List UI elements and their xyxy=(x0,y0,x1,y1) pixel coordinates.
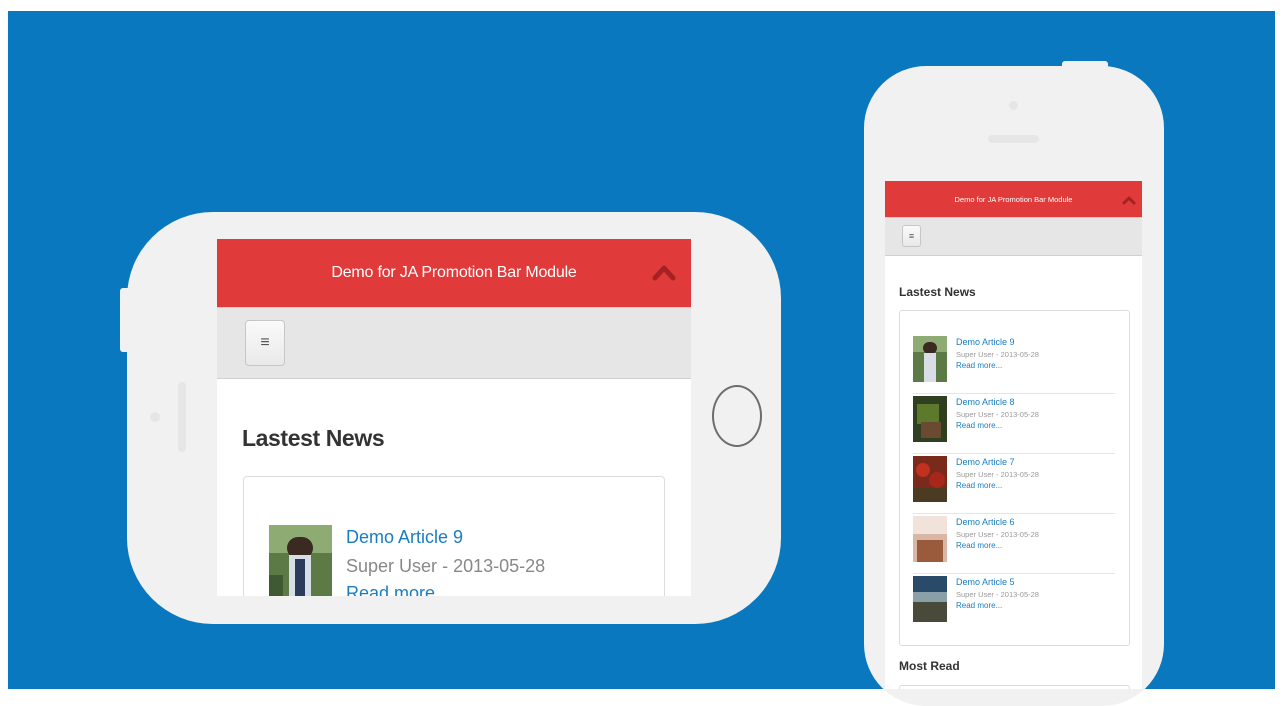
list-item: Demo Article 9 Super User - 2013-05-28 R… xyxy=(913,334,1115,394)
list-item: Demo Article 8 Super User - 2013-05-28 R… xyxy=(913,394,1115,454)
article-thumbnail[interactable] xyxy=(913,456,947,502)
article-title-link[interactable]: Demo Article 6 xyxy=(956,517,1015,527)
article-author: Super User xyxy=(346,556,438,576)
article-meta: Super User - 2013-05-28 xyxy=(956,530,1039,539)
portrait-screen: Demo for JA Promotion Bar Module ≡ Laste… xyxy=(885,181,1142,689)
landscape-screen: Demo for JA Promotion Bar Module ≡ Laste… xyxy=(217,239,691,596)
article-thumbnail[interactable] xyxy=(913,336,947,382)
promotion-bar-text: Demo for JA Promotion Bar Module xyxy=(954,194,1073,204)
menu-toggle-button[interactable]: ≡ xyxy=(902,225,921,247)
article-meta: Super User - 2013-05-28 xyxy=(956,470,1039,479)
list-item: Demo Article 7 Super User - 2013-05-28 R… xyxy=(913,454,1115,514)
promotion-bar: Demo for JA Promotion Bar Module xyxy=(885,181,1142,217)
meta-separator: - xyxy=(442,556,449,576)
home-button[interactable] xyxy=(712,385,762,447)
hamburger-icon: ≡ xyxy=(260,334,270,351)
article-title-link[interactable]: Demo Article 9 xyxy=(346,527,463,548)
promotion-bar: Demo for JA Promotion Bar Module xyxy=(217,239,691,307)
read-more-link[interactable]: Read more... xyxy=(956,361,1002,370)
list-item: Demo Article 6 Super User - 2013-05-28 R… xyxy=(913,514,1115,574)
article-thumbnail[interactable] xyxy=(913,516,947,562)
section-heading: Lastest News xyxy=(899,285,976,299)
nav-bar: ≡ xyxy=(217,307,691,379)
article-thumbnail[interactable] xyxy=(913,576,947,622)
section-heading: Most Read xyxy=(899,659,960,673)
article-thumbnail[interactable] xyxy=(269,525,332,596)
collapse-caret-icon[interactable] xyxy=(651,259,677,285)
article-title-link[interactable]: Demo Article 9 xyxy=(956,337,1015,347)
hamburger-icon: ≡ xyxy=(908,231,915,241)
promotion-bar-text: Demo for JA Promotion Bar Module xyxy=(331,264,577,281)
article-date: 2013-05-28 xyxy=(453,556,546,576)
phone-camera xyxy=(150,412,160,422)
read-more-link[interactable]: Read more... xyxy=(956,601,1002,610)
article-title-link[interactable]: Demo Article 8 xyxy=(956,397,1015,407)
phone-speaker xyxy=(988,135,1039,143)
phone-speaker xyxy=(178,382,186,452)
article-title-link[interactable]: Demo Article 5 xyxy=(956,577,1015,587)
list-item: Demo Article 5 Super User - 2013-05-28 R… xyxy=(913,574,1115,634)
read-more-link[interactable]: Read more... xyxy=(346,583,450,596)
read-more-link[interactable]: Read more... xyxy=(956,541,1002,550)
read-more-link[interactable]: Read more... xyxy=(956,421,1002,430)
phone-camera xyxy=(1009,101,1018,110)
nav-bar: ≡ xyxy=(885,217,1142,256)
section-heading: Lastest News xyxy=(242,425,385,451)
article-meta: Super User - 2013-05-28 xyxy=(956,590,1039,599)
article-thumbnail[interactable] xyxy=(913,396,947,442)
most-read-box xyxy=(899,685,1130,689)
article-meta: Super User - 2013-05-28 xyxy=(956,350,1039,359)
article-title-link[interactable]: Demo Article 7 xyxy=(956,457,1015,467)
article-meta: Super User - 2013-05-28 xyxy=(956,410,1039,419)
read-more-link[interactable]: Read more... xyxy=(956,481,1002,490)
article-list: Demo Article 9 Super User - 2013-05-28 R… xyxy=(913,334,1115,634)
collapse-caret-icon[interactable] xyxy=(1122,193,1136,207)
menu-toggle-button[interactable]: ≡ xyxy=(245,320,285,366)
article-meta: Super User - 2013-05-28 xyxy=(346,556,545,577)
